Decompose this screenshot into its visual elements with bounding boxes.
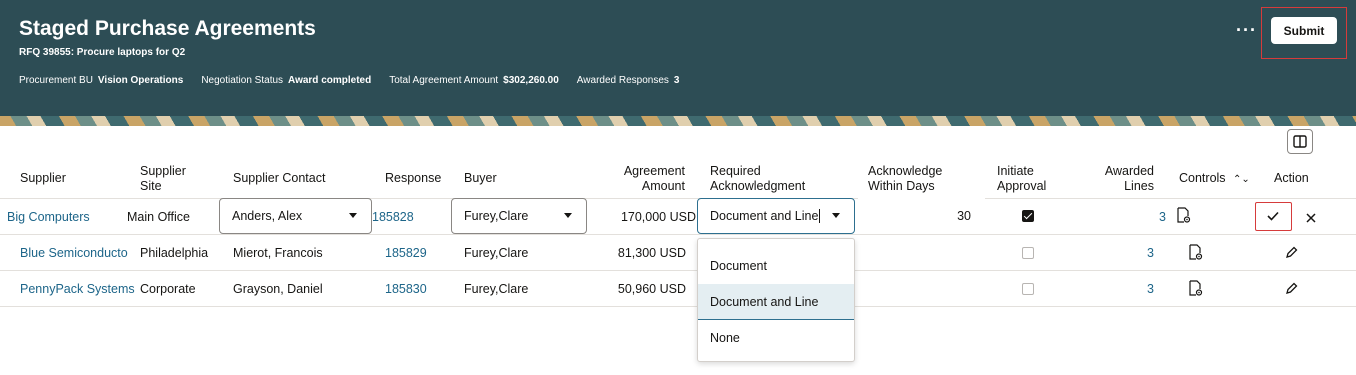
ack-option-document-and-line[interactable]: Document and Line	[698, 284, 854, 320]
edit-pencil-icon[interactable]	[1285, 246, 1298, 264]
row3-approval-checkbox[interactable]	[1022, 283, 1034, 295]
page-subtitle: RFQ 39855: Procure laptops for Q2	[19, 47, 186, 58]
row3-contact: Grayson, Daniel	[233, 282, 323, 296]
col-response: Response	[385, 171, 442, 185]
row1-contact-select[interactable]: Anders, Alex	[219, 198, 372, 234]
row3-lines-link[interactable]: 3	[1147, 282, 1154, 296]
row2-site: Philadelphia	[140, 246, 209, 260]
save-check-icon[interactable]	[1266, 209, 1280, 227]
col-agreement-amount: Agreement Amount	[623, 164, 685, 193]
col-controls[interactable]: Controls ⌃⌄	[1179, 171, 1250, 187]
row2-approval-checkbox[interactable]	[1022, 247, 1034, 259]
row1-response-link[interactable]: 185828	[372, 210, 414, 224]
row1-amount: 170,000 USD	[620, 210, 696, 224]
row3-site: Corporate	[140, 282, 196, 296]
meta-awarded-responses: Awarded Responses 3	[576, 75, 680, 86]
chevron-down-icon	[832, 213, 840, 218]
ack-option-none[interactable]: None	[698, 320, 854, 356]
edit-pencil-icon[interactable]	[1285, 282, 1298, 300]
controls-settings-icon[interactable]	[1189, 280, 1203, 302]
col-ack-days: Acknowledge Within Days	[868, 164, 943, 193]
ack-dropdown-menu: Document Document and Line None	[697, 238, 855, 362]
row2-buyer: Furey,Clare	[464, 246, 529, 260]
row2-lines-link[interactable]: 3	[1147, 246, 1154, 260]
row2-response-link[interactable]: 185829	[385, 246, 427, 260]
controls-settings-icon[interactable]	[1189, 244, 1203, 266]
meta-total-amount: Total Agreement Amount $302,260.00	[389, 75, 559, 86]
meta-negotiation-status: Negotiation Status Award completed	[201, 75, 372, 86]
cancel-close-icon[interactable]	[1306, 210, 1316, 228]
row2-contact: Mierot, Francois	[233, 246, 323, 260]
row3-supplier-link[interactable]: PennyPack Systems	[20, 282, 135, 296]
row2-amount: 81,300 USD	[617, 246, 686, 260]
row1-supplier-link[interactable]: Big Computers	[7, 210, 90, 224]
page-header: Staged Purchase Agreements RFQ 39855: Pr…	[0, 0, 1356, 116]
text-cursor	[819, 209, 821, 223]
row1-lines-link[interactable]: 3	[1159, 210, 1166, 224]
row1-ack-select[interactable]: Document and Line	[697, 198, 855, 234]
row3-amount: 50,960 USD	[617, 282, 686, 296]
row1-approval-checkbox[interactable]	[1022, 210, 1034, 222]
chevron-down-icon	[564, 213, 572, 218]
more-actions-icon[interactable]: ···	[1236, 20, 1257, 41]
controls-settings-icon[interactable]	[1177, 207, 1191, 229]
row3-response-link[interactable]: 185830	[385, 282, 427, 296]
submit-button[interactable]: Submit	[1271, 17, 1337, 44]
decorative-banner	[0, 116, 1356, 126]
header-meta: Procurement BU Vision Operations Negotiat…	[19, 75, 679, 86]
col-buyer: Buyer	[464, 171, 497, 185]
ack-option-document[interactable]: Document	[698, 248, 854, 284]
column-layout-icon[interactable]	[1287, 129, 1313, 154]
col-supplier-site: Supplier Site	[140, 164, 186, 193]
row1-days-input[interactable]: 30	[858, 198, 985, 234]
row2-supplier-link[interactable]: Blue Semiconductor	[20, 246, 128, 260]
row3-buyer: Furey,Clare	[464, 282, 529, 296]
col-awarded-lines: Awarded Lines	[1104, 164, 1154, 193]
col-supplier-contact: Supplier Contact	[233, 171, 326, 185]
col-supplier: Supplier	[20, 171, 66, 185]
col-required-ack: Required Acknowledgment	[710, 164, 806, 193]
page-title: Staged Purchase Agreements	[19, 17, 316, 40]
row1-buyer-select[interactable]: Furey,Clare	[451, 198, 587, 234]
sort-icon[interactable]: ⌃⌄	[1233, 174, 1250, 185]
chevron-down-icon	[349, 213, 357, 218]
row1-site: Main Office	[127, 210, 190, 224]
col-initiate-approval: Initiate Approval	[997, 164, 1047, 193]
col-action: Action	[1274, 171, 1309, 185]
meta-procurement-bu: Procurement BU Vision Operations	[19, 75, 184, 86]
